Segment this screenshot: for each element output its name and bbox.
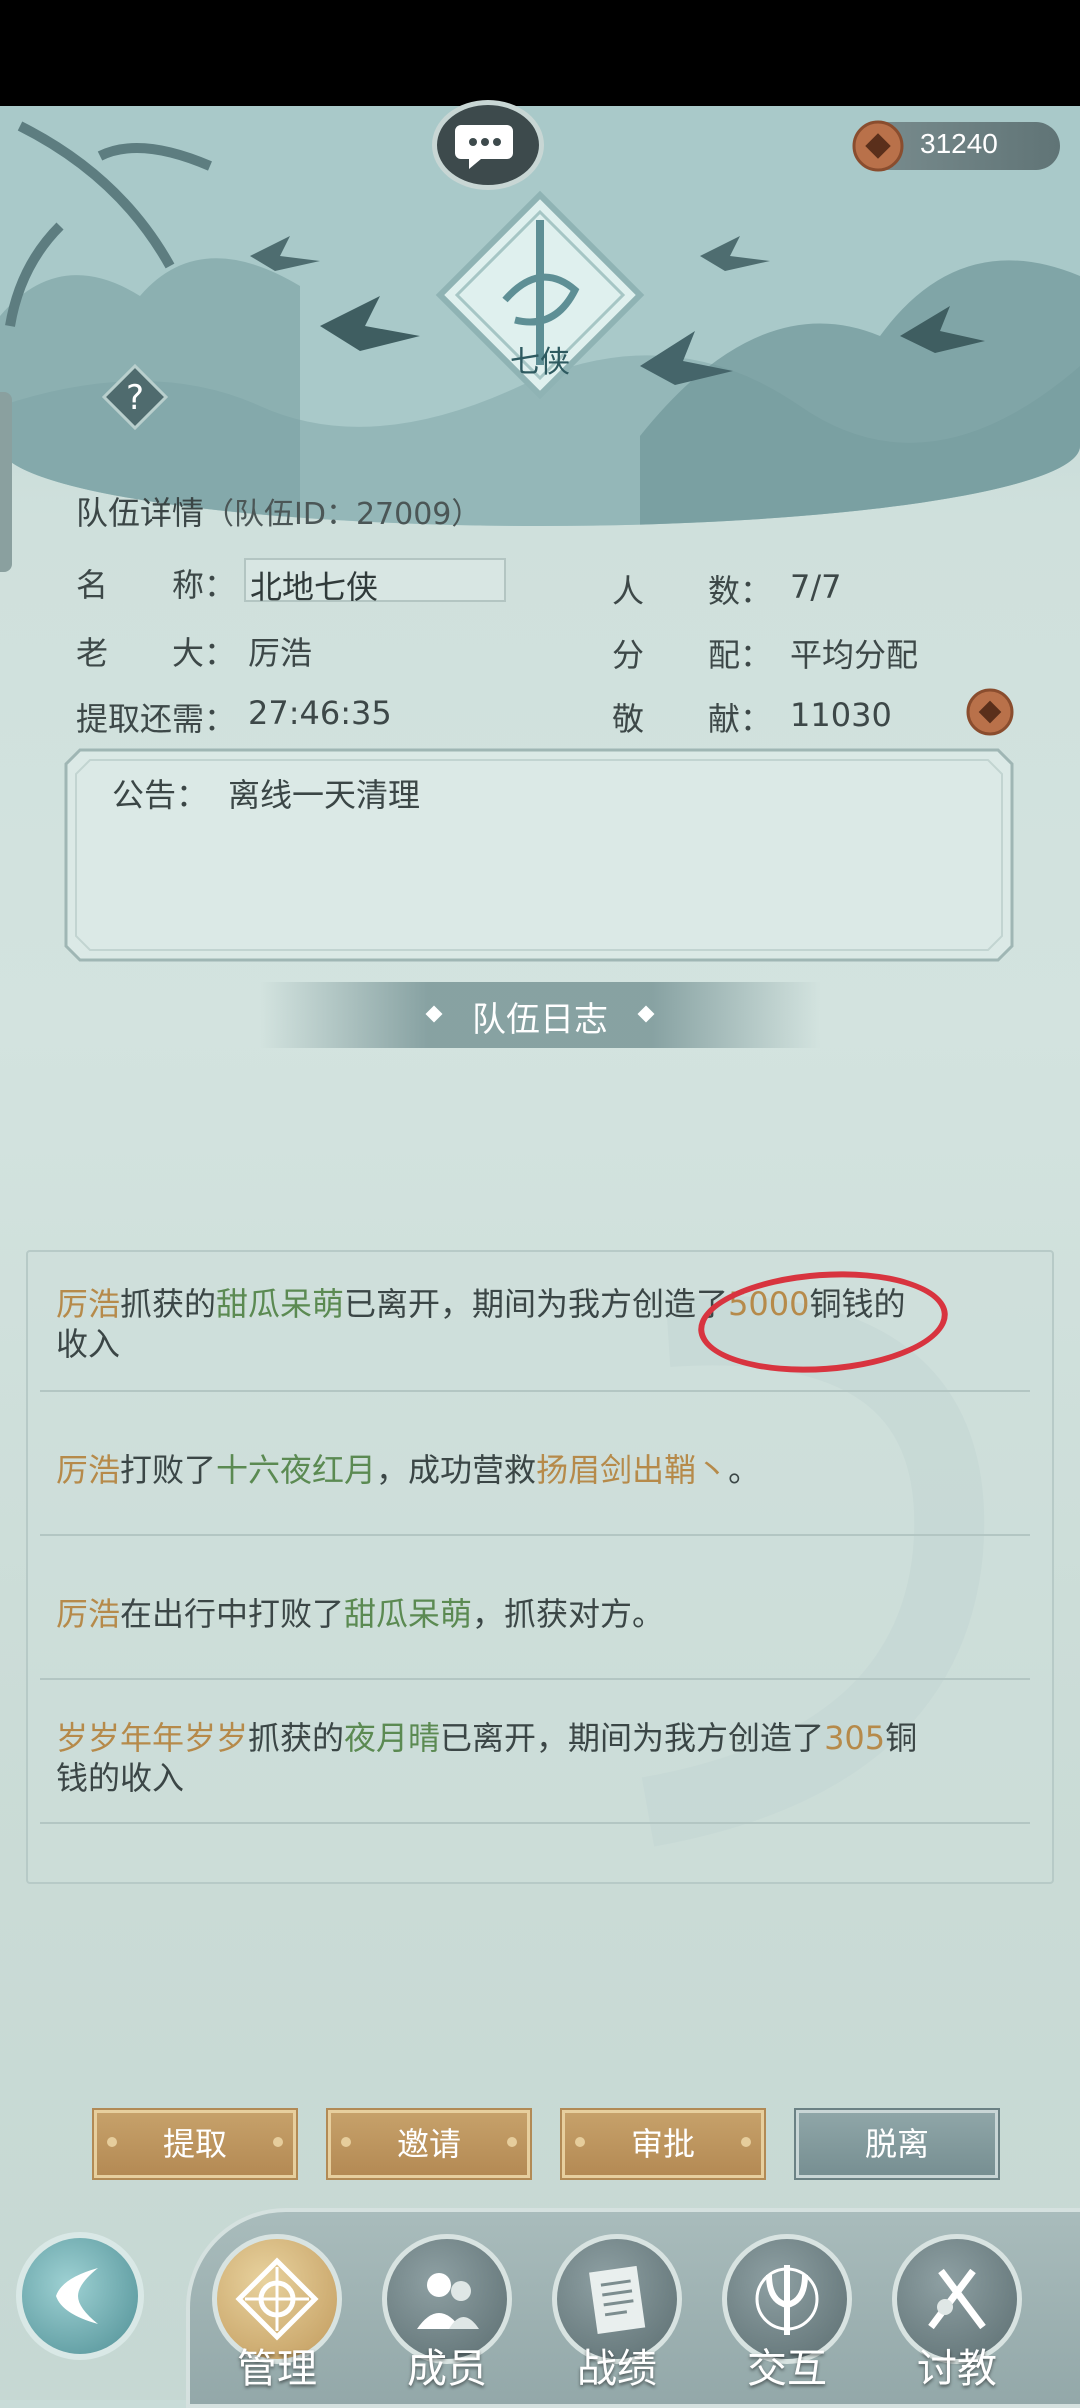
log-text: 在出行中打败了 bbox=[120, 1595, 345, 1633]
team-log-title: 队伍日志 bbox=[472, 1000, 608, 1040]
team-emblem: 七侠 bbox=[435, 190, 645, 400]
svg-text:?: ? bbox=[126, 378, 144, 418]
divider bbox=[40, 1822, 1030, 1824]
distribution-label: 分 配： bbox=[612, 636, 773, 674]
invite-button[interactable]: 邀请 bbox=[326, 2108, 532, 2180]
contribution-value: 11030 bbox=[790, 696, 892, 734]
leave-team-button[interactable]: 脱离 bbox=[794, 2108, 1000, 2180]
log-text: 抓获的 bbox=[120, 1285, 217, 1323]
members-label: 人 数： bbox=[612, 572, 773, 610]
withdraw-timer-label: 提取还需： bbox=[76, 700, 237, 738]
nav-members-label: 成员 bbox=[407, 2346, 487, 2392]
withdraw-button[interactable]: 提取 bbox=[92, 2108, 298, 2180]
team-log-banner: 队伍日志 bbox=[260, 982, 820, 1048]
withdraw-timer-value: 27:46:35 bbox=[248, 694, 392, 732]
log-text: 抓获的 bbox=[248, 1719, 345, 1757]
notice-text: 离线一天清理 bbox=[228, 776, 421, 814]
log-text: 铜 bbox=[885, 1719, 918, 1757]
captive-name[interactable]: 夜月晴 bbox=[344, 1719, 440, 1757]
trident-icon bbox=[755, 2265, 819, 2335]
members-value: 7/7 bbox=[790, 568, 842, 606]
notice-label: 公告： bbox=[112, 776, 209, 814]
coin-balance: 31240 bbox=[852, 120, 1060, 172]
log-text: 。 bbox=[728, 1451, 761, 1489]
log-text: 钱的收入 bbox=[56, 1759, 185, 1797]
approve-button[interactable]: 审批 bbox=[560, 2108, 766, 2180]
log-text: ，成功营救 bbox=[376, 1451, 537, 1489]
chat-button[interactable] bbox=[432, 100, 544, 190]
player-name[interactable]: 厉浩 bbox=[56, 1451, 120, 1489]
question-icon: ? bbox=[101, 363, 169, 431]
contribution-label: 敬 献： bbox=[612, 700, 773, 738]
withdraw-label: 提取 bbox=[162, 2125, 227, 2163]
log-text: 打败了 bbox=[120, 1451, 217, 1489]
nav-teach-label: 讨教 bbox=[917, 2346, 997, 2392]
distribution-value: 平均分配 bbox=[790, 636, 919, 674]
divider bbox=[40, 1678, 1030, 1680]
player-name[interactable]: 厉浩 bbox=[56, 1285, 120, 1323]
leave-label: 脱离 bbox=[864, 2125, 929, 2163]
leader-label: 老 大： bbox=[76, 634, 237, 672]
emblem-text: 七侠 bbox=[510, 345, 570, 380]
button-ornament bbox=[741, 2137, 751, 2147]
log-text: 已离开，期间为我方创造了 bbox=[440, 1719, 825, 1757]
button-ornament bbox=[273, 2137, 283, 2147]
player-name[interactable]: 厉浩 bbox=[56, 1595, 120, 1633]
nav-records-label: 战绩 bbox=[577, 2346, 657, 2392]
members-icon bbox=[417, 2273, 479, 2329]
enemy-name[interactable]: 十六夜红月 bbox=[216, 1451, 376, 1489]
team-id: （队伍ID：27009） bbox=[204, 497, 482, 532]
invite-label: 邀请 bbox=[396, 2125, 461, 2163]
team-details-title: 队伍详情（队伍ID：27009） bbox=[76, 488, 481, 534]
rescued-player-name[interactable]: 扬眉剑出鞘丶 bbox=[536, 1451, 728, 1489]
button-ornament bbox=[341, 2137, 351, 2147]
crossed-swords-icon bbox=[928, 2268, 986, 2330]
log-entry: 厉浩在出行中打败了甜瓜呆萌，抓获对方。 bbox=[56, 1594, 1016, 1634]
manage-emblem-icon bbox=[235, 2257, 319, 2341]
nav-manage-label: 管理 bbox=[237, 2346, 317, 2392]
help-button[interactable]: ? bbox=[101, 363, 169, 431]
back-arrow-icon bbox=[56, 2268, 98, 2324]
approve-label: 审批 bbox=[630, 2125, 695, 2163]
copper-coin-icon bbox=[966, 688, 1014, 736]
name-label: 名 称： bbox=[76, 566, 237, 604]
captive-name[interactable]: 甜瓜呆萌 bbox=[344, 1595, 472, 1633]
income-amount: 305 bbox=[824, 1719, 886, 1757]
team-name-field[interactable]: 北地七侠 bbox=[244, 558, 506, 606]
team-details-heading: 队伍详情 bbox=[76, 494, 205, 532]
chat-bubble-icon bbox=[455, 125, 513, 169]
team-name-value: 北地七侠 bbox=[250, 568, 379, 606]
button-ornament bbox=[107, 2137, 117, 2147]
divider bbox=[40, 1534, 1030, 1536]
log-text: 收入 bbox=[56, 1325, 121, 1363]
divider bbox=[40, 1390, 1030, 1392]
leader-value: 厉浩 bbox=[248, 634, 313, 672]
side-drawer-tab[interactable] bbox=[0, 392, 12, 572]
button-ornament bbox=[575, 2137, 585, 2147]
status-bar bbox=[0, 0, 1080, 106]
nav-interact-label: 交互 bbox=[747, 2346, 827, 2392]
log-text: 已离开，期间为我方创造了 bbox=[344, 1285, 729, 1323]
log-text: ，抓获对方。 bbox=[472, 1595, 665, 1633]
captive-name[interactable]: 甜瓜呆萌 bbox=[216, 1285, 344, 1323]
player-name[interactable]: 岁岁年年岁岁 bbox=[56, 1719, 248, 1757]
copper-coin-icon bbox=[852, 120, 904, 172]
coin-amount: 31240 bbox=[920, 128, 998, 159]
log-entry: 厉浩打败了十六夜红月，成功营救扬眉剑出鞘丶。 bbox=[56, 1450, 1016, 1490]
back-button[interactable] bbox=[16, 2232, 144, 2360]
scroll-icon bbox=[589, 2265, 646, 2335]
button-ornament bbox=[507, 2137, 517, 2147]
log-entry: 岁岁年年岁岁抓获的夜月晴已离开，期间为我方创造了305铜钱的收入 bbox=[56, 1718, 1016, 1798]
